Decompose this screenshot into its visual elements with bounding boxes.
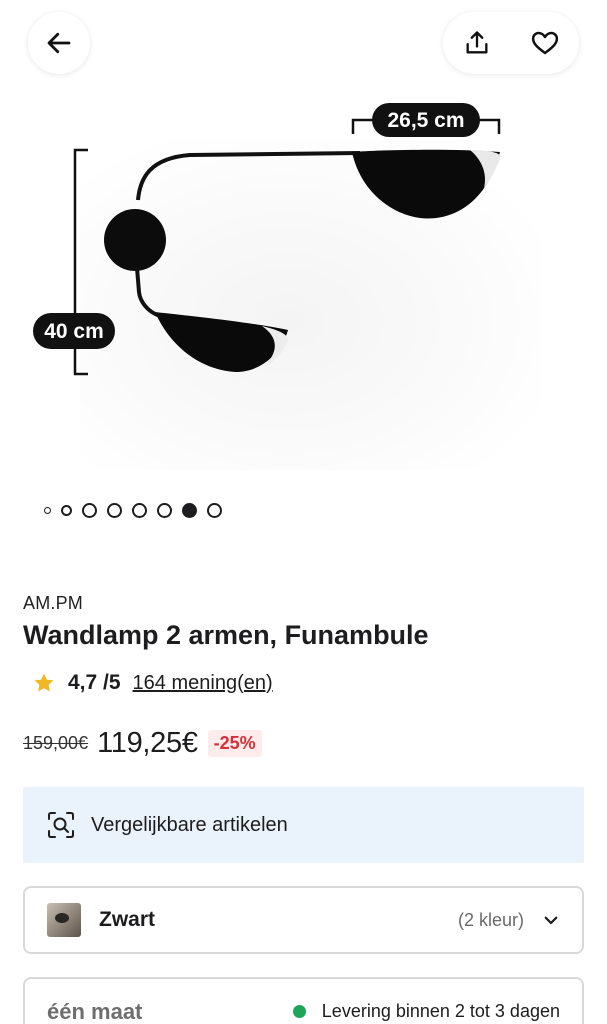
reviews-link[interactable]: 164 mening(en) — [133, 672, 273, 695]
gallery-dot[interactable] — [44, 506, 51, 514]
gallery-dot[interactable] — [61, 504, 72, 516]
favorite-button[interactable] — [529, 27, 561, 59]
header-actions — [443, 12, 579, 74]
gallery-dot[interactable] — [107, 502, 122, 518]
color-thumbnail — [47, 903, 81, 937]
product-brand[interactable]: AM.PM — [23, 593, 83, 614]
gallery-dot[interactable] — [157, 502, 172, 518]
color-count: (2 kleur) — [457, 909, 524, 930]
gallery-dot-active[interactable] — [182, 502, 197, 518]
delivery-text: Levering binnen 2 tot 3 dagen — [321, 1001, 560, 1021]
height-dimension-label: 40 cm — [33, 313, 115, 349]
rating-score: 4,7 /5 — [68, 671, 121, 694]
star-icon — [34, 673, 54, 692]
delivery-info: Levering binnen 2 tot 3 dagen — [292, 1001, 560, 1022]
product-rating: 4,7 /5 164 mening(en) — [32, 668, 273, 698]
similar-items-label: Vergelijkbare artikelen — [91, 813, 288, 836]
image-search-icon — [48, 812, 74, 838]
share-button[interactable] — [461, 27, 493, 59]
discount-badge: -25% — [207, 729, 262, 757]
similar-items-button[interactable]: Vergelijkbare artikelen — [23, 787, 584, 863]
color-selector[interactable]: Zwart (2 kleur) — [23, 886, 584, 954]
arrow-left-icon — [47, 32, 71, 54]
gallery-dot[interactable] — [132, 502, 147, 518]
old-price: 159,00€ — [23, 732, 89, 753]
back-button[interactable] — [28, 12, 90, 74]
product-title: Wandlamp 2 armen, Funambule — [23, 620, 429, 650]
selected-color: Zwart — [99, 908, 156, 931]
heart-icon — [531, 31, 559, 55]
size-label: één maat — [47, 999, 143, 1024]
gallery-dot[interactable] — [207, 502, 222, 518]
availability-dot — [292, 1005, 306, 1018]
chevron-down-icon — [544, 916, 558, 925]
width-dimension-label: 26,5 cm — [372, 103, 480, 137]
size-selector[interactable]: één maat Levering binnen 2 tot 3 dagen — [23, 977, 584, 1024]
gallery-pagination — [44, 500, 222, 520]
product-image-gallery[interactable]: 26,5 cm 40 cm — [0, 0, 607, 480]
current-price: 119,25€ — [97, 726, 198, 759]
gallery-dot[interactable] — [82, 502, 97, 518]
price-row: 159,00€ 119,25€ -25% — [23, 724, 262, 762]
share-icon — [466, 31, 488, 54]
